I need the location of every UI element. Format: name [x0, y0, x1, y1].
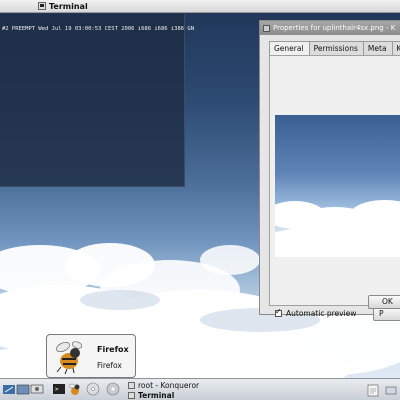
task-label: root - Konqueror [138, 381, 200, 390]
disc-icon[interactable] [106, 382, 120, 396]
clipboard-tray-icon[interactable] [366, 383, 380, 397]
taskbar: > root - Konqueror Terminal [0, 378, 400, 400]
dialog-titlebar[interactable]: Properties for uplinthair4sx.png - K [260, 21, 400, 35]
preview-clouds [275, 200, 400, 257]
automatic-preview-checkbox[interactable] [275, 307, 282, 317]
image-preview [275, 115, 400, 257]
window-title: Terminal [49, 1, 88, 11]
dialog-app-icon [263, 24, 270, 32]
svg-text:>: > [55, 386, 59, 393]
tab-permissions[interactable]: Permissions [308, 41, 364, 56]
cd-icon[interactable] [86, 382, 100, 396]
automatic-preview-label: Automatic preview [286, 309, 357, 318]
monitor-icon[interactable] [30, 382, 44, 396]
tab-panel: Automatic preview P [269, 55, 400, 321]
terminal-output-line: #2 PREEMPT Wed Jul 19 03:00:53 CEST 2006… [2, 26, 195, 32]
network-tray-icon[interactable] [384, 383, 398, 397]
tab-meta-info[interactable]: Meta Info [362, 41, 393, 64]
tab-more[interactable]: K [391, 41, 400, 56]
properties-dialog: Properties for uplinthair4sx.png - K Gen… [259, 20, 400, 321]
ok-button[interactable]: OK [368, 295, 400, 309]
terminal-task-icon [128, 392, 135, 399]
task-terminal[interactable]: Terminal [128, 391, 174, 400]
tooltip-subtitle: Firefox [97, 361, 122, 370]
firefox-bee-icon [56, 341, 83, 375]
dialog-title: Properties for uplinthair4sx.png - K [273, 24, 396, 32]
automatic-preview-row: Automatic preview [275, 307, 357, 318]
terminal-window[interactable]: #2 PREEMPT Wed Jul 19 03:00:53 CEST 2006… [0, 14, 194, 187]
terminal-launcher-icon[interactable]: > [52, 382, 66, 396]
tooltip-title: Firefox [97, 345, 129, 354]
task-konqueror[interactable]: root - Konqueror [128, 381, 199, 390]
firefox-launcher-icon[interactable] [68, 382, 82, 396]
preview-button[interactable]: P [373, 307, 400, 321]
task-label: Terminal [138, 391, 175, 400]
dialog-tabs: General Permissions Meta Info K [269, 41, 400, 64]
tab-general[interactable]: General [269, 41, 310, 56]
firefox-tooltip: Firefox Firefox [46, 334, 136, 378]
terminal-titlebar[interactable]: Terminal [0, 0, 400, 13]
desktop-icon[interactable] [16, 382, 30, 396]
terminal-icon [38, 2, 46, 10]
konqueror-icon [128, 382, 135, 389]
k-menu-icon[interactable] [2, 382, 16, 396]
